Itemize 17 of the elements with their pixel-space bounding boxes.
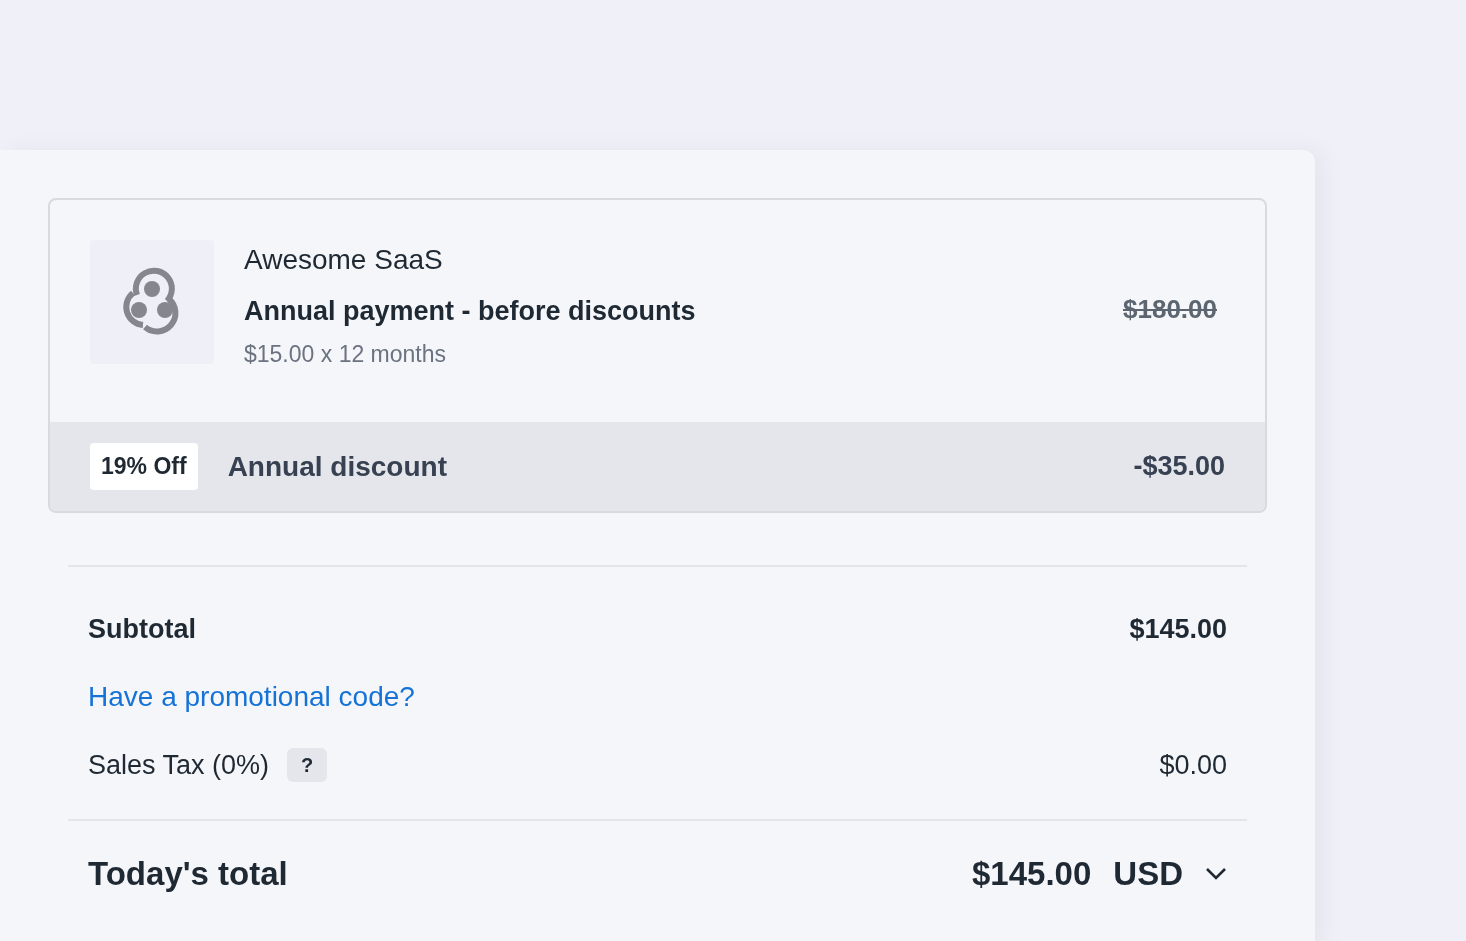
vendor-name: Awesome SaaS (244, 243, 444, 277)
promo-code-link[interactable]: Have a promotional code? (88, 681, 415, 713)
help-button[interactable]: ? (287, 748, 328, 782)
tax-label: Sales Tax (0%) (88, 749, 270, 781)
original-price: $180.00 (1123, 294, 1217, 325)
chevron-down-icon (1205, 867, 1227, 881)
currency-selector[interactable]: USD (1113, 855, 1227, 893)
plan-title: Annual payment - before discounts (244, 295, 697, 328)
discount-amount: -$35.00 (1133, 451, 1225, 482)
tax-value: $0.00 (1159, 749, 1227, 781)
subtotal-label: Subtotal (88, 613, 196, 645)
plan-detail: $15.00 x 12 months (244, 340, 448, 369)
discount-label: Annual discount (227, 450, 448, 483)
total-value: $145.00 (972, 855, 1092, 893)
subtotal-value: $145.00 (1129, 613, 1227, 645)
total-label: Today's total (88, 855, 288, 893)
discount-badge: 19% Off (90, 443, 198, 490)
